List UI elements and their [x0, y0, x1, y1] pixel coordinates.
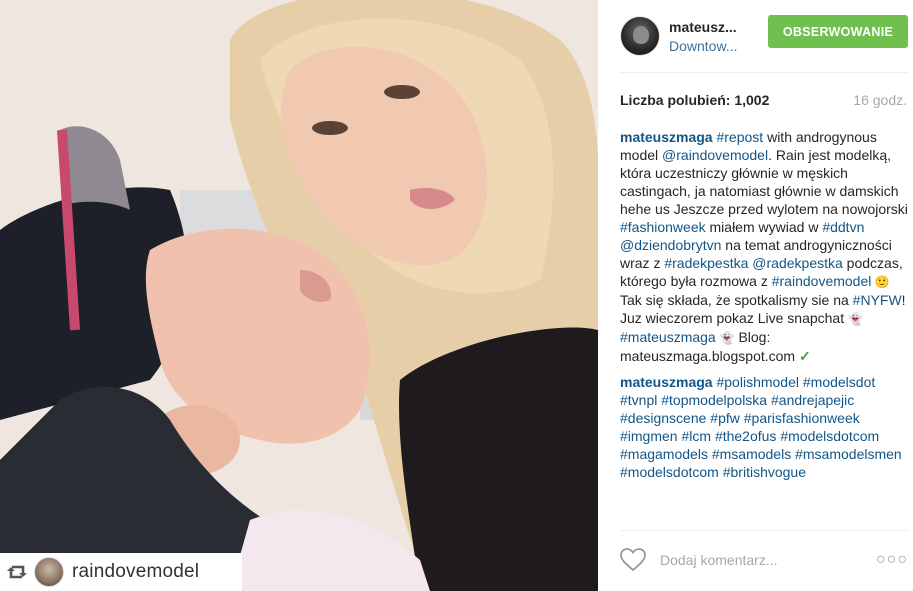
hashtag-link[interactable]: #mateuszmaga — [620, 329, 716, 345]
hashtag-link[interactable]: #imgmen — [620, 428, 678, 444]
hashtag-link[interactable]: #pfw — [710, 410, 740, 426]
hashtag-link[interactable]: #modelsdotcom — [780, 428, 879, 444]
post-photo[interactable]: raindovemodel — [0, 0, 598, 591]
post-header: mateusz... Downtow... OBSERWOWANIE — [598, 0, 913, 72]
emoji-icon: 🙂 — [871, 275, 890, 289]
divider — [620, 530, 909, 531]
comment: mateuszmaga #polishmodel #modelsdot #tvn… — [620, 373, 908, 481]
follow-button[interactable]: OBSERWOWANIE — [768, 15, 908, 48]
comment-username[interactable]: mateuszmaga — [620, 129, 713, 145]
hashtag-link[interactable]: #modelsdot — [803, 374, 875, 390]
hashtag-link[interactable]: @dziendobrytvn — [620, 237, 721, 253]
hashtag-link[interactable]: #designscene — [620, 410, 706, 426]
hashtag-link[interactable]: #ddtvn — [822, 219, 864, 235]
more-options-icon[interactable]: ○○○ — [876, 551, 908, 569]
hashtag-link[interactable]: #britishvogue — [723, 464, 806, 480]
likes-count[interactable]: Liczba polubień: 1,002 — [620, 92, 769, 108]
hashtag-link[interactable]: #fashionweek — [620, 219, 706, 235]
hashtag-link[interactable]: #raindovemodel — [772, 273, 872, 289]
post-time[interactable]: 16 godz. — [853, 92, 907, 108]
likes-row: Liczba polubień: 1,002 16 godz. — [620, 90, 907, 110]
repost-avatar[interactable] — [34, 557, 64, 587]
hashtag-link[interactable]: #radekpestka — [664, 255, 748, 271]
avatar[interactable] — [620, 16, 660, 56]
hashtag-link[interactable]: #magamodels — [620, 446, 708, 462]
author-info: mateusz... Downtow... — [669, 19, 759, 54]
repost-icon — [6, 561, 28, 583]
comment: mateuszmaga #repost with androgynous mod… — [620, 128, 908, 365]
hashtag-link[interactable]: @radekpestka — [752, 255, 842, 271]
heart-icon[interactable] — [620, 546, 648, 574]
comment-username[interactable]: mateuszmaga — [620, 374, 713, 390]
hashtag-link[interactable]: #NYFW — [853, 292, 902, 308]
repost-attribution[interactable]: raindovemodel — [0, 553, 242, 591]
comment-input[interactable] — [660, 552, 870, 568]
location-link[interactable]: Downtow... — [669, 38, 759, 54]
hashtag-link[interactable]: #topmodelpolska — [661, 392, 767, 408]
post-footer: ○○○ — [620, 540, 908, 580]
hashtag-link[interactable]: #repost — [716, 129, 763, 145]
hashtag-link[interactable]: #modelsdotcom — [620, 464, 719, 480]
emoji-icon: 👻 — [719, 331, 735, 345]
emoji-icon: 👻 — [848, 312, 863, 326]
author-username[interactable]: mateusz... — [669, 19, 759, 35]
checkmark-icon: ✓ — [798, 348, 811, 364]
divider — [620, 72, 909, 73]
photo-image — [0, 0, 598, 591]
hashtag-link[interactable]: #msamodels — [712, 446, 791, 462]
comment-text: Tak się składa, że spotkalismy sie na — [620, 292, 853, 308]
repost-username[interactable]: raindovemodel — [72, 561, 199, 583]
hashtag-link[interactable]: #polishmodel — [716, 374, 799, 390]
hashtag-link[interactable]: #the2ofus — [715, 428, 777, 444]
hashtag-link[interactable]: #lcm — [681, 428, 711, 444]
hashtag-link[interactable]: #andrejapejic — [771, 392, 854, 408]
hashtag-link[interactable]: #tvnpl — [620, 392, 657, 408]
comments-list[interactable]: mateuszmaga #repost with androgynous mod… — [620, 128, 908, 526]
hashtag-link[interactable]: #parisfashionweek — [744, 410, 860, 426]
hashtag-link[interactable]: #msamodelsmen — [795, 446, 902, 462]
post-details-panel: mateusz... Downtow... OBSERWOWANIE Liczb… — [598, 0, 913, 591]
comment-text: miałem wywiad w — [705, 219, 823, 235]
hashtag-link[interactable]: @raindovemodel — [662, 147, 768, 163]
